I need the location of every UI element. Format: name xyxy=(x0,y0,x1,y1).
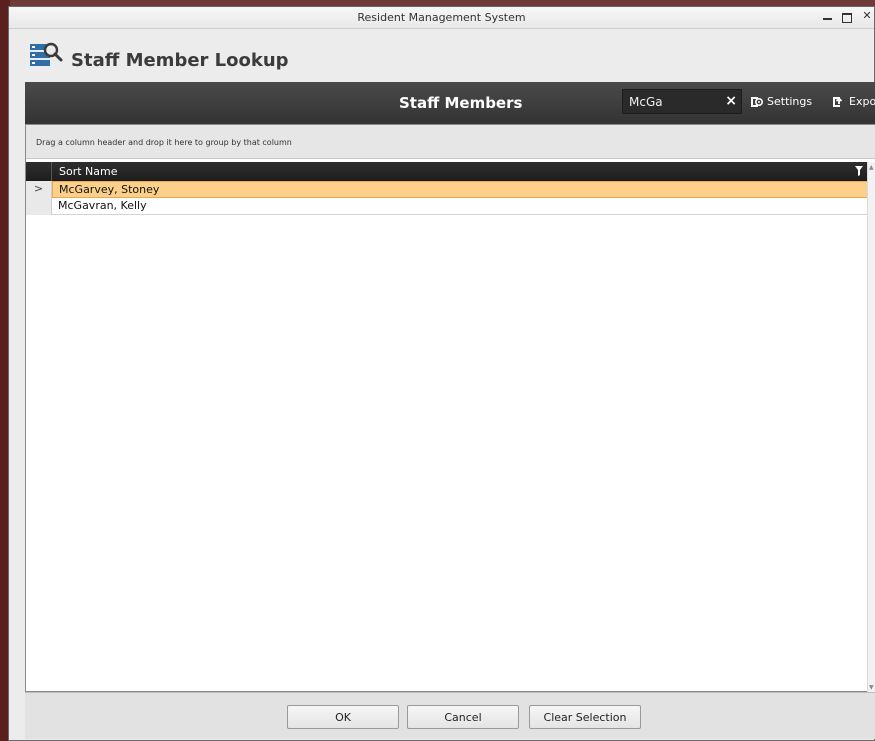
window-title: Resident Management System xyxy=(357,11,526,24)
column-header-sort-name[interactable]: Sort Name xyxy=(59,165,118,178)
close-window-button[interactable]: ✕ xyxy=(860,9,874,25)
cell-sort-name[interactable]: McGarvey, Stoney xyxy=(52,181,869,198)
clear-selection-button[interactable]: Clear Selection xyxy=(529,705,641,729)
row-indicator-header xyxy=(26,162,52,181)
staff-lookup-icon xyxy=(30,42,63,66)
page-title: Staff Member Lookup xyxy=(71,50,289,71)
toolbar-title: Staff Members xyxy=(399,94,523,112)
scroll-up-icon[interactable]: ▲ xyxy=(869,164,874,171)
settings-icon xyxy=(751,97,764,107)
page-header: Staff Member Lookup xyxy=(9,30,874,82)
settings-label: Settings xyxy=(767,95,813,108)
export-label: Export xyxy=(849,95,875,108)
table-row[interactable]: > McGarvey, Stoney xyxy=(26,181,869,198)
search-input[interactable] xyxy=(623,94,715,109)
group-panel[interactable]: Drag a column header and drop it here to… xyxy=(26,125,875,159)
minimize-button[interactable] xyxy=(820,9,834,25)
group-hint: Drag a column header and drop it here to… xyxy=(36,138,292,147)
settings-button[interactable]: Settings xyxy=(749,94,812,109)
export-button[interactable]: Export xyxy=(831,94,875,109)
grid-rows: > McGarvey, Stoney McGavran, Kelly xyxy=(26,181,869,215)
filter-icon[interactable] xyxy=(854,165,864,177)
dialog-footer: OK Cancel Clear Selection xyxy=(25,692,875,739)
row-indicator xyxy=(26,198,52,215)
row-indicator: > xyxy=(26,181,52,198)
staff-grid: Drag a column header and drop it here to… xyxy=(25,124,875,693)
window-controls: ✕ xyxy=(820,9,874,25)
column-header-row: Sort Name xyxy=(26,162,869,181)
app-window: Resident Management System ✕ Staff Membe… xyxy=(8,6,875,741)
scroll-down-icon[interactable]: ▼ xyxy=(869,684,874,691)
grid-toolbar: Staff Members × Settings Export xyxy=(25,82,875,124)
search-box: × xyxy=(622,89,742,114)
clear-search-icon[interactable]: × xyxy=(725,93,737,109)
ok-button[interactable]: OK xyxy=(287,705,399,729)
cell-sort-name[interactable]: McGavran, Kelly xyxy=(52,198,869,215)
vertical-scrollbar[interactable]: ▲ ▼ xyxy=(867,162,875,693)
table-row[interactable]: McGavran, Kelly xyxy=(26,198,869,215)
cancel-button[interactable]: Cancel xyxy=(407,705,519,729)
maximize-button[interactable] xyxy=(840,9,854,25)
export-icon xyxy=(833,97,843,107)
title-bar: Resident Management System ✕ xyxy=(9,7,874,29)
